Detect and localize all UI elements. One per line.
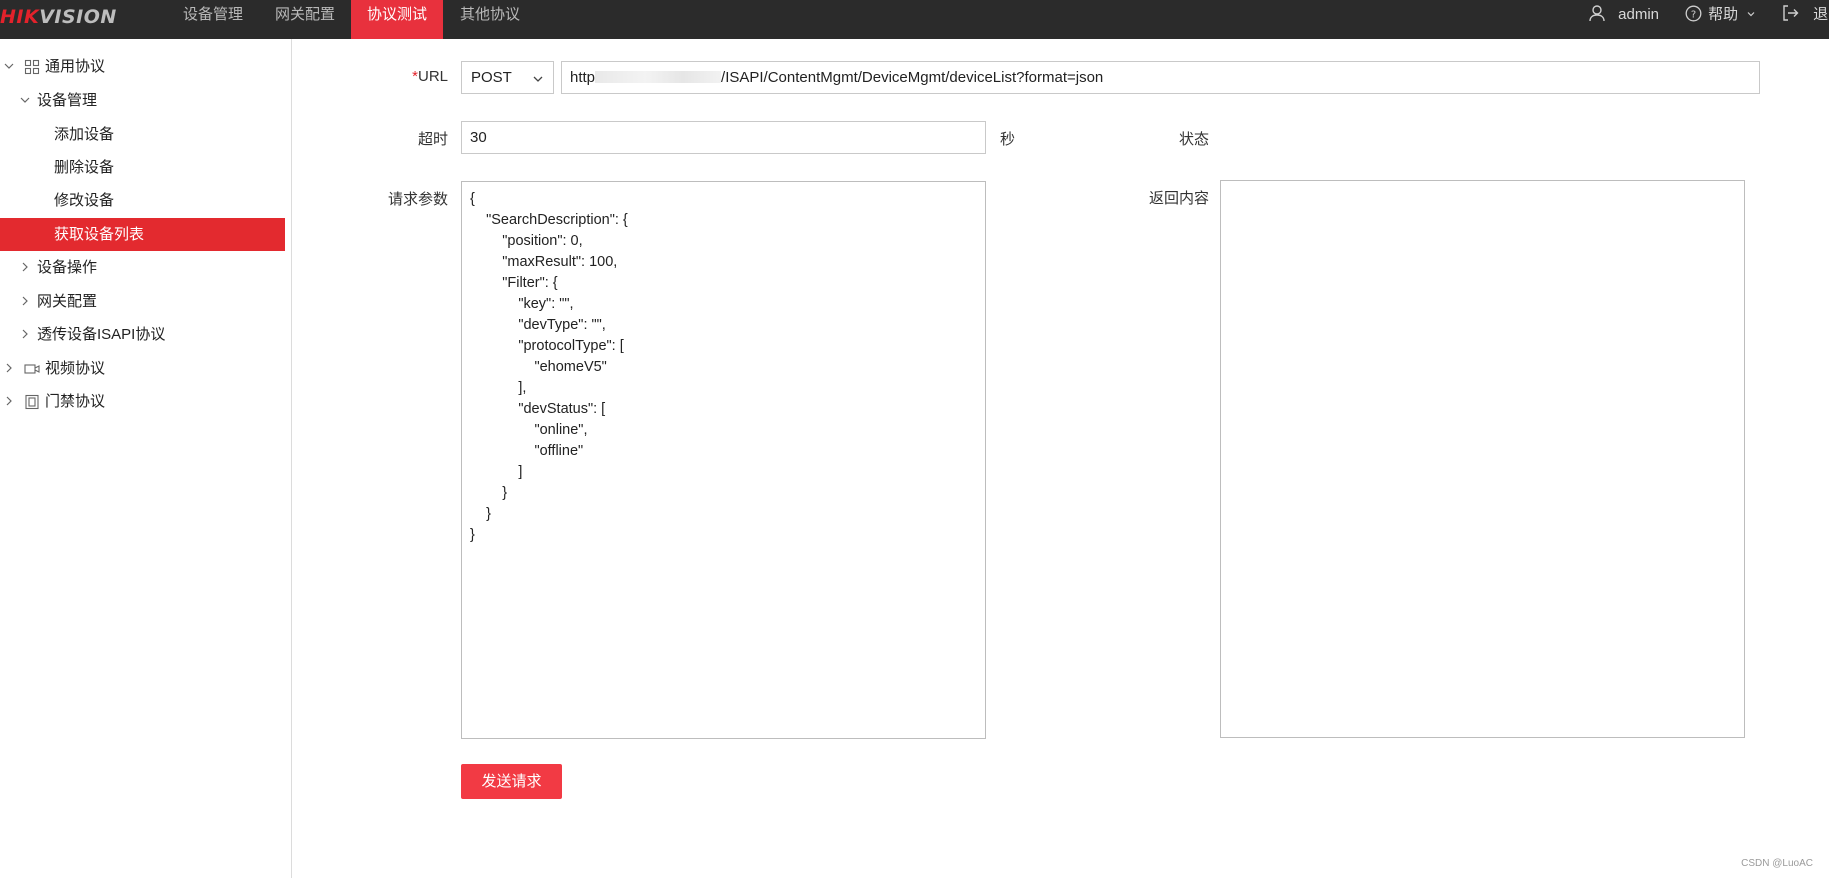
status-label: 状态	[1178, 131, 1209, 148]
response-label: 返回内容	[1148, 190, 1209, 207]
user-icon	[1589, 5, 1605, 22]
chevron-down-icon	[4, 63, 14, 69]
sidebar-item-access-control-protocol[interactable]: 门禁协议	[0, 385, 285, 418]
sidebar-item-device-management[interactable]: 设备管理	[0, 84, 285, 117]
method-value: POST	[471, 69, 512, 86]
sidebar-item-label: 修改设备	[54, 192, 115, 209]
help-label: 帮助	[1708, 6, 1739, 23]
chevron-right-icon	[22, 296, 28, 306]
tab-protocol-test[interactable]: 协议测试	[351, 0, 443, 39]
url-prefix: http	[570, 69, 596, 86]
method-select[interactable]: POST	[461, 61, 554, 94]
sidebar-item-device-operations[interactable]: 设备操作	[0, 251, 285, 284]
help-menu[interactable]: ? 帮助	[1685, 0, 1756, 39]
chevron-down-icon	[533, 76, 543, 82]
watermark: CSDN @LuoAC	[1741, 858, 1813, 869]
help-icon: ?	[1685, 5, 1702, 22]
url-label: *URL	[412, 68, 448, 85]
response-textarea[interactable]	[1220, 180, 1745, 738]
chevron-right-icon	[22, 329, 28, 339]
sidebar-item-label: 设备操作	[37, 259, 98, 276]
svg-text:?: ?	[1691, 10, 1696, 21]
sidebar-item-delete-device[interactable]: 删除设备	[0, 151, 285, 184]
url-input[interactable]: http/ISAPI/ContentMgmt/DeviceMgmt/device…	[561, 61, 1760, 94]
sidebar-item-label: 视频协议	[45, 360, 106, 377]
door-icon	[25, 394, 39, 410]
user-menu[interactable]: admin	[1588, 0, 1659, 39]
timeout-unit: 秒	[1000, 131, 1016, 148]
redacted-host	[595, 71, 722, 83]
chevron-down-icon	[1747, 12, 1755, 17]
logout-label: 退	[1813, 6, 1829, 23]
hikvision-logo: HIKVISION	[0, 6, 117, 28]
logout-button[interactable]: 退	[1781, 0, 1828, 39]
chevron-right-icon	[6, 396, 12, 406]
tab-other-protocols[interactable]: 其他协议	[445, 0, 535, 39]
sidebar-item-modify-device[interactable]: 修改设备	[0, 184, 285, 217]
camera-icon	[24, 364, 40, 374]
sidebar-item-get-device-list[interactable]: 获取设备列表	[0, 218, 285, 251]
chevron-down-icon	[20, 97, 30, 103]
sidebar-item-video-protocol[interactable]: 视频协议	[0, 352, 285, 385]
username: admin	[1618, 6, 1660, 23]
sidebar: 通用协议 设备管理 添加设备 删除设备 修改设备 获取设备列表 设备操作 网关配…	[0, 39, 292, 878]
request-params-label: 请求参数	[387, 191, 448, 208]
sidebar-item-label: 网关配置	[37, 293, 98, 310]
logout-icon	[1783, 5, 1799, 21]
sidebar-item-gateway-config[interactable]: 网关配置	[0, 285, 285, 318]
sidebar-item-label: 门禁协议	[45, 393, 106, 410]
tab-gateway-config[interactable]: 网关配置	[260, 0, 350, 39]
timeout-input[interactable]: 30	[461, 121, 986, 154]
chevron-right-icon	[22, 262, 28, 272]
sidebar-item-general-protocol[interactable]: 通用协议	[0, 50, 285, 83]
url-path: /ISAPI/ContentMgmt/DeviceMgmt/deviceList…	[721, 69, 1104, 86]
timeout-label: 超时	[417, 131, 448, 148]
grid-icon	[24, 59, 40, 75]
top-navbar: HIKVISION 设备管理 网关配置 协议测试 其他协议 admin ? 帮助…	[0, 0, 1829, 39]
chevron-right-icon	[6, 363, 12, 373]
sidebar-item-isapi-passthrough[interactable]: 透传设备ISAPI协议	[0, 318, 285, 351]
tab-device-management[interactable]: 设备管理	[168, 0, 258, 39]
sidebar-item-label: 通用协议	[45, 58, 106, 75]
request-body: { "SearchDescription": { "position": 0, …	[470, 191, 628, 543]
sidebar-item-label: 添加设备	[54, 126, 115, 143]
sidebar-item-label: 设备管理	[37, 92, 98, 109]
sidebar-item-label: 透传设备ISAPI协议	[37, 326, 166, 343]
sidebar-item-label: 获取设备列表	[54, 226, 145, 243]
sidebar-item-label: 删除设备	[54, 159, 115, 176]
send-request-button[interactable]: 发送请求	[461, 764, 562, 799]
sidebar-item-add-device[interactable]: 添加设备	[0, 118, 285, 151]
